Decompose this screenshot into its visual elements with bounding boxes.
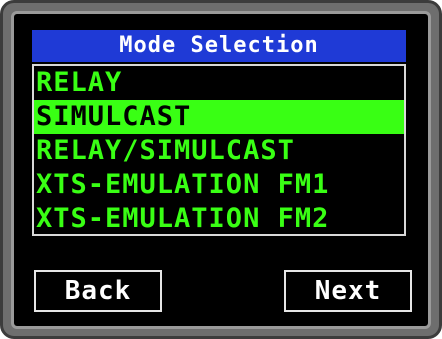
list-item-relay-simulcast[interactable]: RELAY/SIMULCAST bbox=[34, 134, 404, 168]
next-button[interactable]: Next bbox=[284, 270, 412, 312]
back-button[interactable]: Back bbox=[34, 270, 162, 312]
page-title: Mode Selection bbox=[32, 30, 406, 62]
display-screen: Mode Selection RELAY SIMULCAST RELAY/SIM… bbox=[20, 20, 418, 317]
list-item-xts-emulation-fm1[interactable]: XTS-EMULATION FM1 bbox=[34, 168, 404, 202]
list-item-simulcast[interactable]: SIMULCAST bbox=[34, 100, 404, 134]
list-item-relay[interactable]: RELAY bbox=[34, 66, 404, 100]
mode-list: RELAY SIMULCAST RELAY/SIMULCAST XTS-EMUL… bbox=[32, 64, 406, 236]
list-item-xts-emulation-fm2[interactable]: XTS-EMULATION FM2 bbox=[34, 202, 404, 234]
